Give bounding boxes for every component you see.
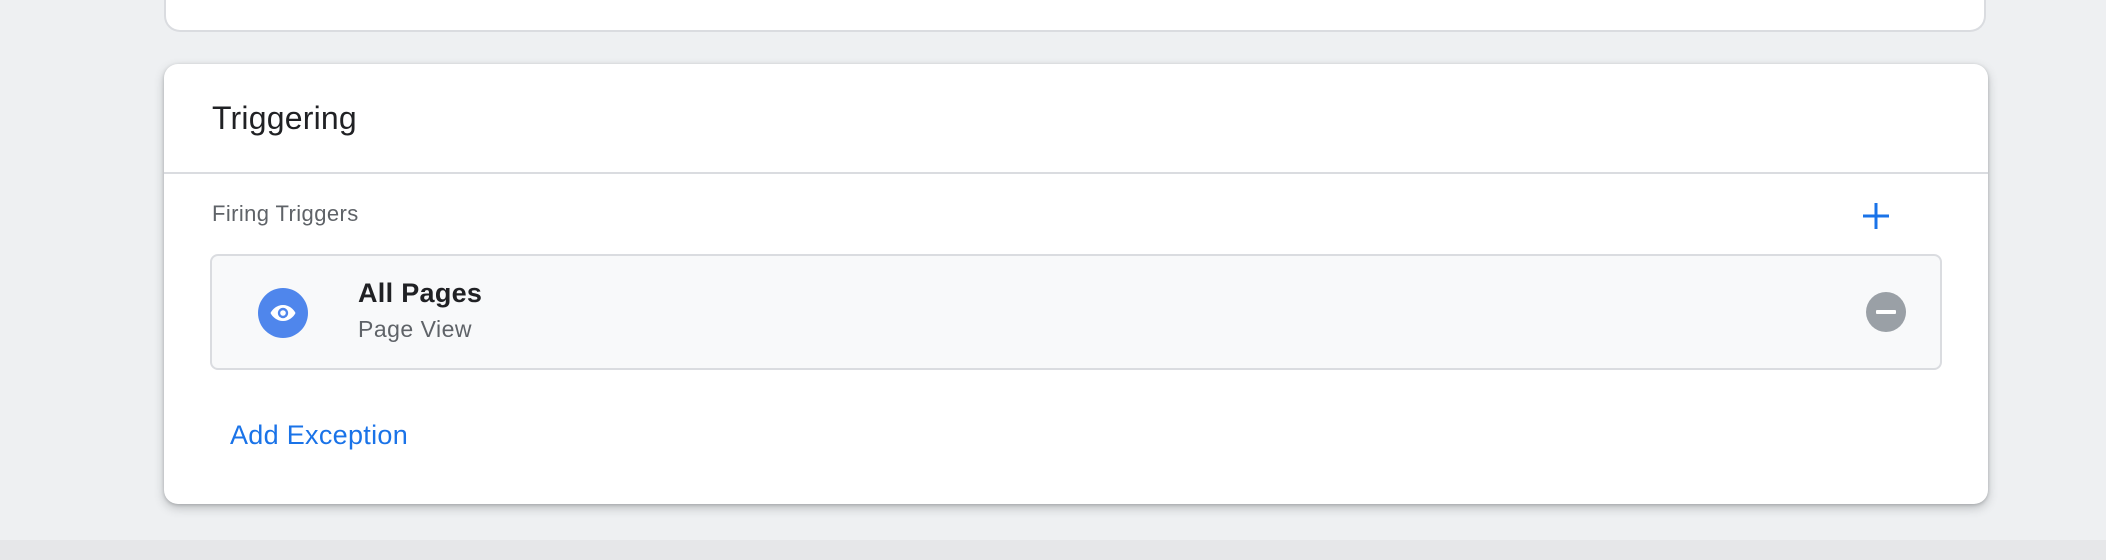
eye-icon (270, 305, 296, 321)
previous-card (164, 0, 1986, 32)
add-trigger-button[interactable] (1858, 198, 1894, 234)
card-header: Triggering (164, 64, 1988, 174)
add-exception-link[interactable]: Add Exception (230, 418, 408, 452)
trigger-name: All Pages (358, 278, 483, 308)
trigger-type: Page View (358, 316, 473, 342)
page-bottom-strip (0, 540, 2106, 560)
card-title: Triggering (212, 100, 357, 136)
trigger-type-badge (258, 288, 308, 338)
remove-circle-icon (1876, 310, 1896, 314)
triggering-card: Triggering Firing Triggers All Pages Pag… (164, 64, 1988, 504)
remove-trigger-button[interactable] (1866, 292, 1906, 332)
plus-icon (1863, 203, 1889, 229)
firing-triggers-label: Firing Triggers (212, 201, 359, 226)
trigger-row-all-pages[interactable]: All Pages Page View (210, 254, 1942, 370)
